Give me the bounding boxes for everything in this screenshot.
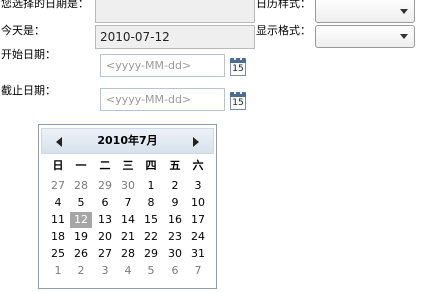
display-format-select[interactable]	[315, 25, 415, 48]
calendar-day[interactable]: 6	[94, 195, 116, 211]
end-date-label: 截止日期：	[1, 84, 56, 97]
calendar-day[interactable]: 15	[140, 212, 162, 228]
selected-date-label: 您选择的日期是：	[1, 0, 89, 10]
calendar-day[interactable]: 1	[47, 263, 69, 279]
calendar-style-select[interactable]	[315, 0, 415, 23]
chevron-down-icon	[400, 9, 408, 14]
start-date-input[interactable]: <yyyy-MM-dd>	[100, 54, 225, 77]
calendar-day[interactable]: 10	[187, 195, 209, 211]
calendar-day[interactable]: 3	[187, 178, 209, 194]
weekday-header: 二	[99, 159, 111, 172]
calendar-day[interactable]: 17	[187, 212, 209, 228]
weekday-header: 一	[75, 159, 87, 172]
previous-month-button[interactable]	[56, 137, 62, 147]
calendar-day-selected[interactable]: 12	[70, 212, 92, 228]
calendar-ring	[240, 91, 242, 94]
calendar-day[interactable]: 14	[117, 212, 139, 228]
calendar-day[interactable]: 5	[70, 195, 92, 211]
display-format-label: 显示格式：	[256, 24, 311, 37]
end-date-input[interactable]: <yyyy-MM-dd>	[100, 88, 225, 111]
weekday-header: 六	[192, 159, 204, 172]
calendar-header: 2010年7月	[41, 128, 214, 154]
calendar-ring	[240, 57, 242, 60]
calendar-day[interactable]: 5	[140, 263, 162, 279]
calendar-day[interactable]: 31	[187, 246, 209, 262]
calendar-day[interactable]: 7	[117, 195, 139, 211]
start-date-calendar-button[interactable]: 15	[229, 57, 247, 77]
calendar-day[interactable]: 25	[47, 246, 69, 262]
weekday-header: 五	[169, 159, 181, 172]
calendar-day[interactable]: 9	[164, 195, 186, 211]
end-date-calendar-button[interactable]: 15	[229, 91, 247, 111]
calendar-day[interactable]: 4	[117, 263, 139, 279]
calendar-day[interactable]: 13	[94, 212, 116, 228]
calendar-day[interactable]: 18	[47, 229, 69, 245]
calendar-day[interactable]: 8	[140, 195, 162, 211]
calendar-month-title[interactable]: 2010年7月	[72, 133, 183, 149]
calendar-popup: 2010年7月 日一二三四五六 27 28 29 30 1 2 3 4 5 6 7 8 9 10 11 12 13…	[38, 124, 217, 289]
calendar-day[interactable]: 28	[117, 246, 139, 262]
calendar-day[interactable]: 24	[187, 229, 209, 245]
calendar-day[interactable]: 16	[164, 212, 186, 228]
calendar-day[interactable]: 26	[70, 246, 92, 262]
calendar-day[interactable]: 2	[164, 178, 186, 194]
selected-date-field	[95, 0, 255, 23]
calendar-day[interactable]: 2	[70, 263, 92, 279]
calendar-day[interactable]: 11	[47, 212, 69, 228]
calendar-day[interactable]: 4	[47, 195, 69, 211]
today-label: 今天是：	[1, 24, 45, 37]
calendar-day[interactable]: 22	[140, 229, 162, 245]
calendar-day[interactable]: 21	[117, 229, 139, 245]
calendar-day[interactable]: 19	[70, 229, 92, 245]
calendar-day[interactable]: 28	[70, 178, 92, 194]
calendar-day[interactable]: 3	[94, 263, 116, 279]
calendar-day[interactable]: 23	[164, 229, 186, 245]
weekday-header: 四	[145, 159, 157, 172]
calendar-day[interactable]: 30	[117, 178, 139, 194]
calendar-icon-day: 15	[230, 63, 246, 76]
calendar-day[interactable]: 20	[94, 229, 116, 245]
calendar-ring	[234, 91, 236, 94]
calendar-ring	[234, 57, 236, 60]
weekday-header: 日	[52, 159, 64, 172]
calendar-day[interactable]: 30	[164, 246, 186, 262]
calendar-icon-day: 15	[230, 97, 246, 110]
calendar-day[interactable]: 29	[140, 246, 162, 262]
chevron-down-icon	[400, 34, 408, 39]
calendar-day[interactable]: 1	[140, 178, 162, 194]
today-field: 2010-07-12	[95, 25, 255, 49]
next-month-button[interactable]	[193, 137, 199, 147]
calendar-day[interactable]: 27	[94, 246, 116, 262]
calendar-day[interactable]: 6	[164, 263, 186, 279]
calendar-style-label: 日历样式：	[256, 0, 311, 10]
calendar-day[interactable]: 7	[187, 263, 209, 279]
weekday-header: 三	[122, 159, 134, 172]
calendar-day[interactable]: 27	[47, 178, 69, 194]
start-date-label: 开始日期：	[1, 48, 56, 61]
calendar-day[interactable]: 29	[94, 178, 116, 194]
